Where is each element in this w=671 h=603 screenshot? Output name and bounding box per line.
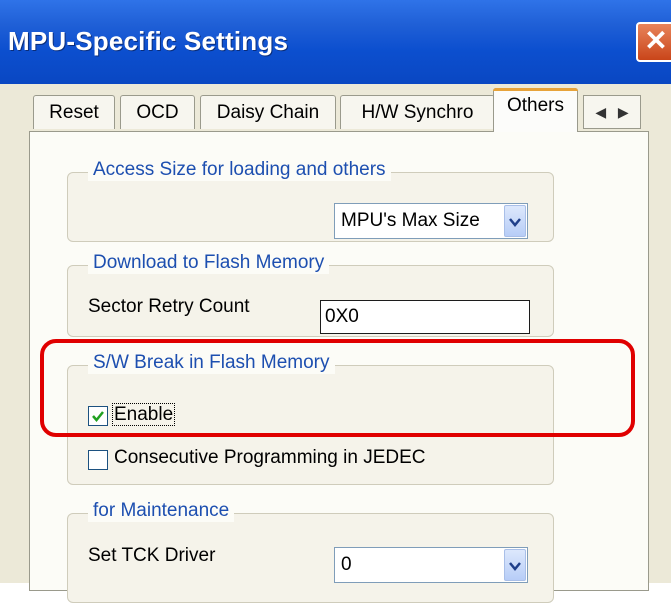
scroll-left-icon[interactable]: ◀ [595, 104, 606, 120]
select-value: 0 [341, 554, 352, 575]
chevron-down-icon[interactable] [504, 549, 526, 581]
tab-daisy-chain[interactable]: Daisy Chain [200, 95, 336, 129]
highlight-annotation [40, 339, 635, 437]
tck-driver-select[interactable]: 0 [334, 547, 528, 583]
group-legend: for Maintenance [88, 500, 235, 522]
scroll-right-icon[interactable]: ▶ [618, 104, 629, 120]
tab-ocd[interactable]: OCD [120, 95, 195, 129]
title-bar[interactable]: MPU-Specific Settings ✕ [0, 0, 671, 84]
tck-driver-label: Set TCK Driver [88, 545, 216, 566]
group-access-size: Access Size for loading and others MPU's… [67, 159, 554, 242]
dialog-body: Reset OCD Daisy Chain H/W Synchro Others… [0, 84, 671, 603]
consecutive-programming-label[interactable]: Consecutive Programming in JEDEC [114, 447, 426, 469]
window-title: MPU-Specific Settings [8, 26, 289, 56]
tab-reset[interactable]: Reset [33, 95, 115, 129]
tab-scroll-buttons[interactable]: ◀ ▶ [583, 95, 641, 129]
group-legend: Download to Flash Memory [88, 252, 330, 274]
sector-retry-input[interactable]: 0X0 [320, 300, 530, 334]
tab-others[interactable]: Others [493, 88, 578, 132]
access-size-select[interactable]: MPU's Max Size [334, 203, 528, 239]
select-value: MPU's Max Size [341, 210, 480, 231]
tab-hw-synchro[interactable]: H/W Synchro [340, 95, 495, 129]
consecutive-programming-checkbox[interactable] [88, 450, 108, 470]
chevron-down-icon[interactable] [504, 205, 526, 237]
close-icon: ✕ [644, 25, 668, 56]
close-button[interactable]: ✕ [636, 22, 671, 62]
tab-strip: Reset OCD Daisy Chain H/W Synchro Others… [0, 84, 671, 136]
sector-retry-label: Sector Retry Count [88, 296, 250, 317]
group-maintenance: for Maintenance Set TCK Driver 0 [67, 500, 554, 603]
group-flash-download: Download to Flash Memory Sector Retry Co… [67, 252, 554, 337]
group-legend: Access Size for loading and others [88, 159, 391, 181]
